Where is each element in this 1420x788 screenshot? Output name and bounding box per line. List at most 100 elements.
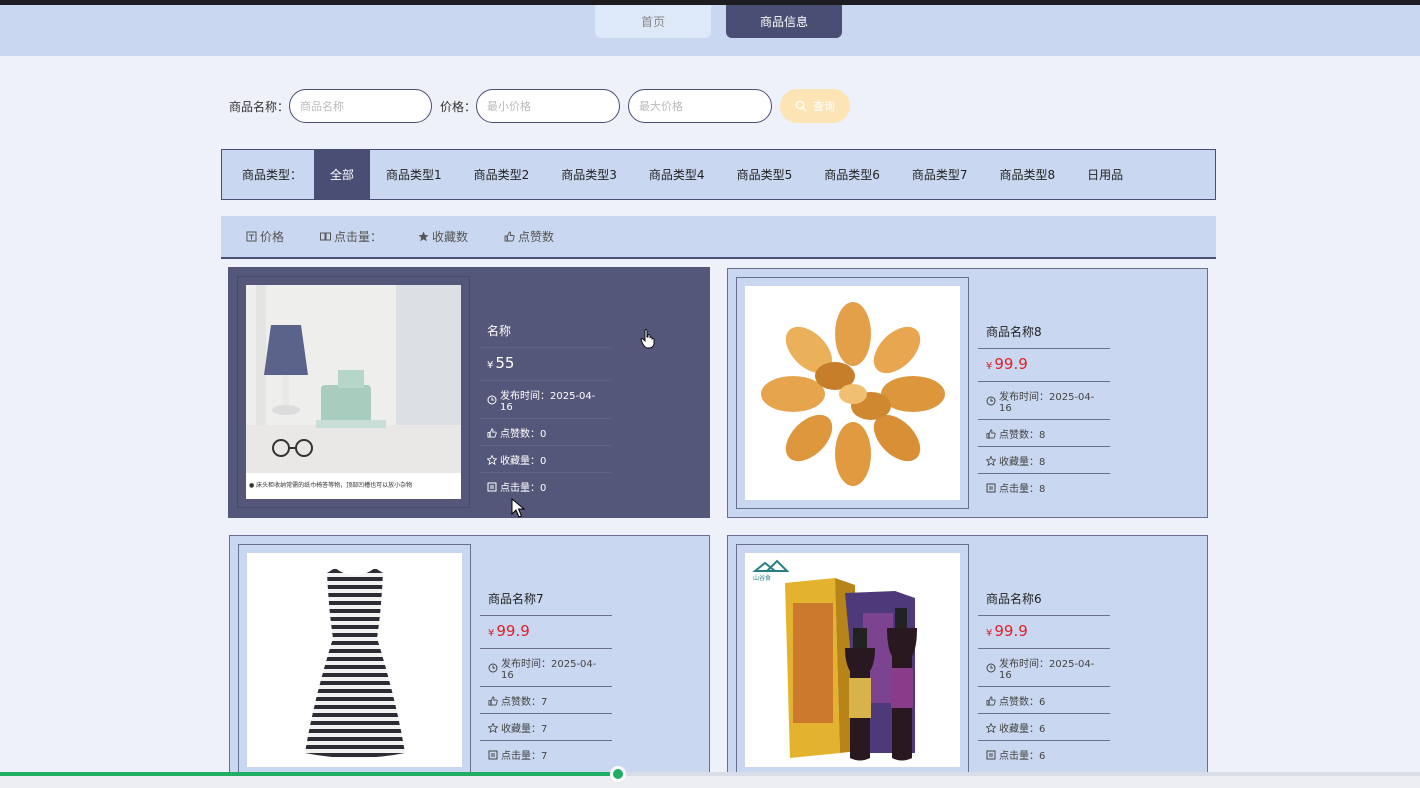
sort-price-label: 价格: [260, 230, 285, 244]
likes-count: 点赞数：7: [480, 687, 612, 714]
video-progress-bar[interactable]: [0, 766, 1420, 782]
product-image-caption: ● 床头柜收纳常需的纸巾椅答等物，顶部凹槽也可以放小杂物: [249, 482, 413, 489]
video-progress-handle[interactable]: [610, 766, 626, 782]
type-item-7[interactable]: 商品类型7: [896, 150, 984, 199]
product-image-frame: [736, 277, 969, 509]
product-name[interactable]: 名称: [479, 318, 611, 348]
sort-likes[interactable]: 点赞数: [504, 228, 554, 245]
clicks-count: 点击量：8: [978, 474, 1110, 500]
product-image-frame: [238, 544, 471, 776]
tab-home[interactable]: 首页: [595, 5, 711, 38]
clock-icon: [986, 396, 996, 406]
clock-icon: [986, 663, 996, 673]
likes-text: 点赞数：8: [999, 430, 1046, 441]
type-item-3[interactable]: 商品类型3: [545, 150, 633, 199]
product-card[interactable]: 商品名称7 ¥99.9 发布时间：2025-04-16 点赞数：7 收藏量：7 …: [229, 535, 710, 785]
clicks-count: 点击量：7: [480, 741, 612, 767]
favorites-text: 收藏量：6: [999, 724, 1046, 735]
type-item-8[interactable]: 商品类型8: [983, 150, 1071, 199]
clicks-text: 点击量：7: [501, 751, 548, 762]
sort-clicks[interactable]: 点击量：: [320, 228, 382, 245]
publish-time-text: 发布时间：2025-04-16: [500, 391, 596, 413]
product-image-nightstand[interactable]: ● 床头柜收纳常需的纸巾椅答等物，顶部凹槽也可以放小杂物: [246, 285, 461, 499]
favorites-text: 收藏量：7: [501, 724, 548, 735]
product-image-wine[interactable]: 山谷食: [745, 553, 960, 767]
search-bar: 商品名称： 价格： 查询: [229, 88, 851, 124]
video-progress-fill: [0, 772, 618, 776]
type-item-6[interactable]: 商品类型6: [808, 150, 896, 199]
sort-favorites-label: 收藏数: [432, 230, 469, 244]
clicks-count: 点击量：0: [479, 473, 611, 499]
type-item-4[interactable]: 商品类型4: [633, 150, 721, 199]
product-name-input[interactable]: [289, 89, 433, 123]
type-item-daily[interactable]: 日用品: [1071, 150, 1139, 199]
favorites-text: 收藏量：0: [500, 456, 547, 467]
sort-price[interactable]: 价格: [246, 228, 284, 245]
document-icon: [488, 750, 498, 759]
product-name[interactable]: 商品名称8: [978, 319, 1110, 349]
product-image-dress[interactable]: [247, 553, 462, 767]
sort-bar: 价格 点击量： 收藏数 点赞数: [221, 216, 1216, 259]
min-price-input[interactable]: [476, 89, 621, 123]
thumb-icon: [488, 695, 498, 705]
currency-symbol: ¥: [986, 361, 993, 372]
thumb-icon: [986, 695, 996, 705]
max-price-input[interactable]: [628, 89, 773, 123]
thumb-icon: [487, 427, 497, 437]
publish-time-text: 发布时间：2025-04-16: [999, 392, 1095, 414]
product-info: 商品名称8 ¥99.9 发布时间：2025-04-16 点赞数：8 收藏量：8 …: [978, 319, 1110, 500]
clock-icon: [487, 395, 497, 405]
publish-time: 发布时间：2025-04-16: [978, 382, 1110, 420]
star-outline-icon: [487, 454, 497, 465]
product-name[interactable]: 商品名称7: [480, 586, 612, 616]
currency-symbol: ¥: [986, 628, 993, 639]
publish-time-text: 发布时间：2025-04-16: [999, 659, 1095, 681]
document-icon: [986, 483, 996, 492]
product-card[interactable]: ● 床头柜收纳常需的纸巾椅答等物，顶部凹槽也可以放小杂物 名称 ¥55 发布时间…: [228, 267, 710, 518]
hand-cursor-icon: [640, 329, 655, 349]
product-price: ¥99.9: [480, 616, 612, 649]
product-price: ¥99.9: [978, 616, 1110, 649]
book-icon: [320, 232, 332, 241]
product-price: ¥99.9: [978, 349, 1110, 382]
sort-favorites[interactable]: 收藏数: [418, 228, 468, 245]
video-control-strip: [0, 776, 1420, 788]
publish-time: 发布时间：2025-04-16: [978, 649, 1110, 687]
publish-time: 发布时间：2025-04-16: [479, 381, 611, 419]
price-value: 99.9: [496, 622, 530, 640]
thumb-icon: [504, 231, 515, 242]
type-item-1[interactable]: 商品类型1: [370, 150, 458, 199]
favorites-count: 收藏量：8: [978, 447, 1110, 474]
favorites-count: 收藏量：0: [479, 446, 611, 473]
document-icon: [986, 750, 996, 759]
tab-product-info[interactable]: 商品信息: [726, 5, 842, 38]
product-price: ¥55: [479, 348, 611, 381]
product-card[interactable]: 山谷食 商品名称6 ¥99.9 发布时间：2025-04-16 点赞数：6 收藏…: [727, 535, 1208, 785]
clicks-text: 点击量：8: [999, 484, 1046, 495]
product-name[interactable]: 商品名称6: [978, 586, 1110, 616]
likes-count: 点赞数：8: [978, 420, 1110, 447]
likes-count: 点赞数：6: [978, 687, 1110, 714]
product-image-frame: ● 床头柜收纳常需的纸巾椅答等物，顶部凹槽也可以放小杂物: [237, 276, 470, 508]
product-info: 名称 ¥55 发布时间：2025-04-16 点赞数：0 收藏量：0 点击量：0: [479, 318, 611, 499]
star-icon: [418, 231, 429, 242]
product-name-label: 商品名称：: [229, 99, 290, 114]
product-card[interactable]: 商品名称8 ¥99.9 发布时间：2025-04-16 点赞数：8 收藏量：8 …: [727, 268, 1208, 518]
currency-symbol: ¥: [488, 628, 495, 639]
type-item-2[interactable]: 商品类型2: [458, 150, 546, 199]
sort-likes-label: 点赞数: [518, 230, 555, 244]
likes-count: 点赞数：0: [479, 419, 611, 446]
product-image-abalone[interactable]: [745, 286, 960, 500]
star-outline-icon: [986, 455, 996, 466]
thumb-icon: [986, 428, 996, 438]
search-button[interactable]: 查询: [780, 89, 851, 123]
clicks-text: 点击量：0: [500, 483, 547, 494]
favorites-count: 收藏量：6: [978, 714, 1110, 741]
product-type-filter: 商品类型： 全部 商品类型1 商品类型2 商品类型3 商品类型4 商品类型5 商…: [221, 149, 1216, 200]
type-item-all[interactable]: 全部: [314, 150, 370, 199]
product-type-label: 商品类型：: [242, 168, 303, 182]
publish-time: 发布时间：2025-04-16: [480, 649, 612, 687]
type-item-5[interactable]: 商品类型5: [721, 150, 809, 199]
publish-time-text: 发布时间：2025-04-16: [501, 659, 597, 681]
star-outline-icon: [986, 722, 996, 733]
